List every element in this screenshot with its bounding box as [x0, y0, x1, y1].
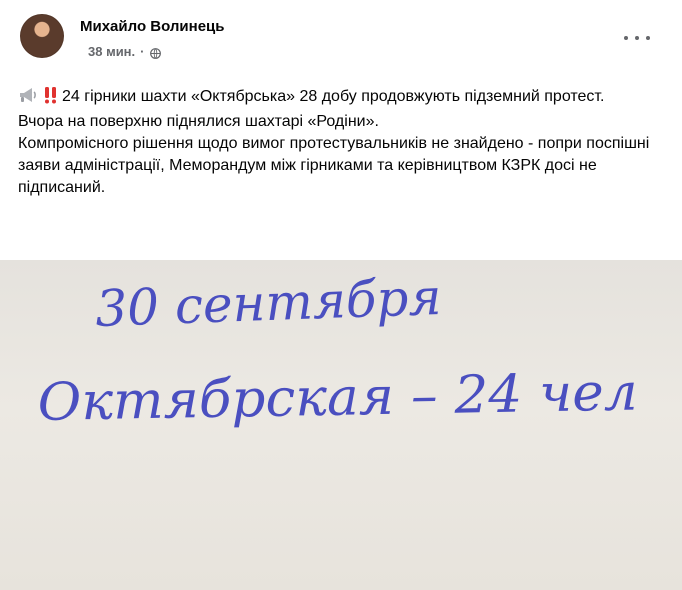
post-meta: 38 мин. ·	[88, 44, 161, 59]
globe-icon[interactable]	[149, 47, 161, 59]
post-text-line1: 24 гірники шахти «Октябрська» 28 добу пр…	[62, 88, 605, 105]
author-name[interactable]: Михайло Волинець	[80, 18, 225, 35]
note-line1: 30 сентября	[94, 268, 442, 338]
facebook-post: Михайло Волинець 38 мин. · 24 гірники ша…	[0, 0, 682, 590]
megaphone-icon	[18, 86, 40, 111]
post-time[interactable]: 38 мин.	[88, 44, 135, 59]
more-options-icon[interactable]	[624, 28, 650, 48]
post-text-line2: Вчора на поверхню піднялися шахтарі «Род…	[18, 113, 379, 130]
post-text: 24 гірники шахти «Октябрська» 28 добу пр…	[18, 86, 664, 199]
handwritten-note: 30 сентября Октябрская – 24 чел	[37, 268, 638, 433]
post-header: Михайло Волинець 38 мин. ·	[0, 0, 682, 76]
double-exclamation-icon	[44, 86, 58, 111]
post-photo[interactable]: 30 сентября Октябрская – 24 чел	[0, 260, 682, 590]
author-avatar[interactable]	[20, 14, 64, 58]
note-line2: Октябрская – 24 чел	[37, 363, 638, 433]
post-text-line3: Компромісного рішення щодо вимог протест…	[18, 135, 650, 196]
